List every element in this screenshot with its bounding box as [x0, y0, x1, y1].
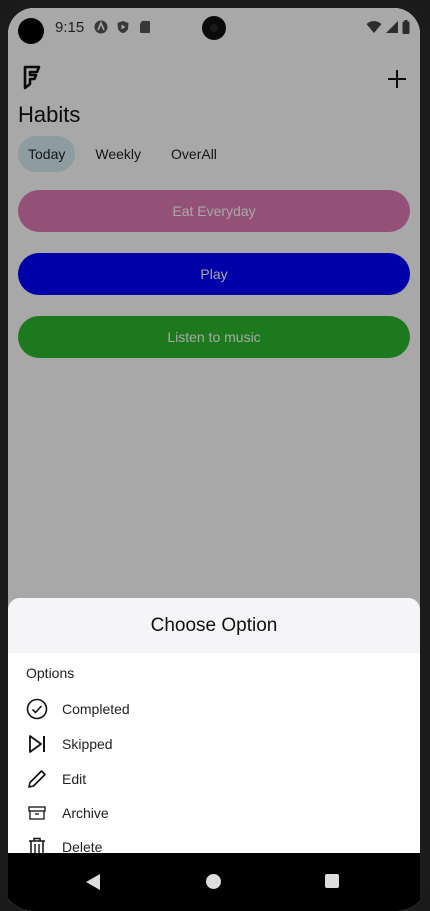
option-skipped[interactable]: Skipped [26, 729, 406, 759]
option-completed-label: Completed [62, 701, 130, 717]
option-edit[interactable]: Edit [26, 764, 406, 794]
recents-icon[interactable] [325, 874, 339, 888]
option-delete[interactable]: Delete [26, 832, 406, 853]
phone-frame: 9:15 Habits Today Weekly OverAll Eat Eve… [0, 0, 430, 911]
option-edit-label: Edit [62, 771, 87, 787]
back-icon[interactable] [86, 874, 100, 890]
screen: 9:15 Habits Today Weekly OverAll Eat Eve… [8, 8, 420, 911]
option-skipped-label: Skipped [62, 736, 113, 752]
option-archive[interactable]: Archive [26, 798, 406, 828]
options-section-label: Options [26, 665, 75, 681]
sheet-title: Choose Option [8, 598, 420, 653]
option-completed[interactable]: Completed [26, 694, 406, 724]
archive-icon [26, 802, 48, 824]
system-nav-bar [8, 853, 420, 911]
pencil-icon [26, 768, 48, 790]
check-circle-icon [26, 698, 48, 720]
home-icon[interactable] [206, 874, 221, 889]
skip-next-icon [26, 733, 48, 755]
choose-option-sheet: Choose Option Options Completed Skipped … [8, 598, 420, 853]
trash-icon [26, 836, 48, 853]
option-archive-label: Archive [62, 805, 109, 821]
option-delete-label: Delete [62, 839, 103, 853]
